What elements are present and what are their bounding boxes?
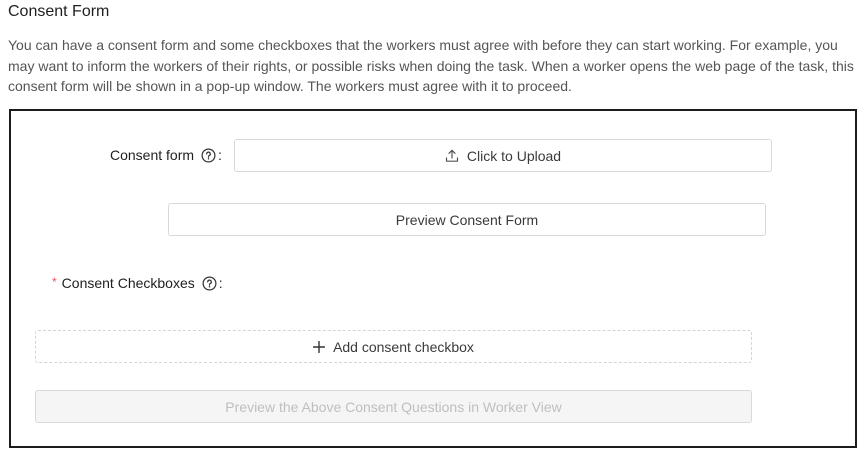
- consent-checkboxes-label: * Consent Checkboxes :: [52, 275, 223, 291]
- plus-icon: [313, 340, 326, 353]
- question-circle-icon[interactable]: [202, 276, 217, 291]
- consent-form-colon: :: [218, 147, 222, 163]
- consent-form-label-text: Consent form: [110, 147, 195, 163]
- required-mark: *: [52, 275, 57, 289]
- preview-consent-form-button[interactable]: Preview Consent Form: [168, 203, 766, 236]
- upload-button-label: Click to Upload: [466, 147, 562, 164]
- preview-consent-form-label: Preview Consent Form: [395, 211, 539, 228]
- consent-form-label: Consent form :: [110, 147, 222, 163]
- consent-checkboxes-label-text: Consent Checkboxes: [61, 275, 195, 291]
- preview-worker-view-label: Preview the Above Consent Questions in W…: [225, 398, 562, 415]
- upload-button[interactable]: Click to Upload: [234, 139, 772, 172]
- add-consent-checkbox-button[interactable]: Add consent checkbox: [35, 330, 752, 363]
- preview-worker-view-button[interactable]: Preview the Above Consent Questions in W…: [35, 390, 752, 423]
- add-consent-checkbox-label: Add consent checkbox: [333, 338, 474, 355]
- consent-form-page: Consent Form You can have a consent form…: [0, 0, 867, 456]
- consent-settings-panel: Consent form : Click to Upload Preview C…: [9, 109, 857, 448]
- section-description: You can have a consent form and some che…: [8, 37, 854, 94]
- section-title: Consent Form: [8, 3, 110, 20]
- question-circle-icon[interactable]: [201, 148, 216, 163]
- upload-icon: [445, 149, 459, 163]
- consent-checkboxes-colon: :: [218, 275, 223, 291]
